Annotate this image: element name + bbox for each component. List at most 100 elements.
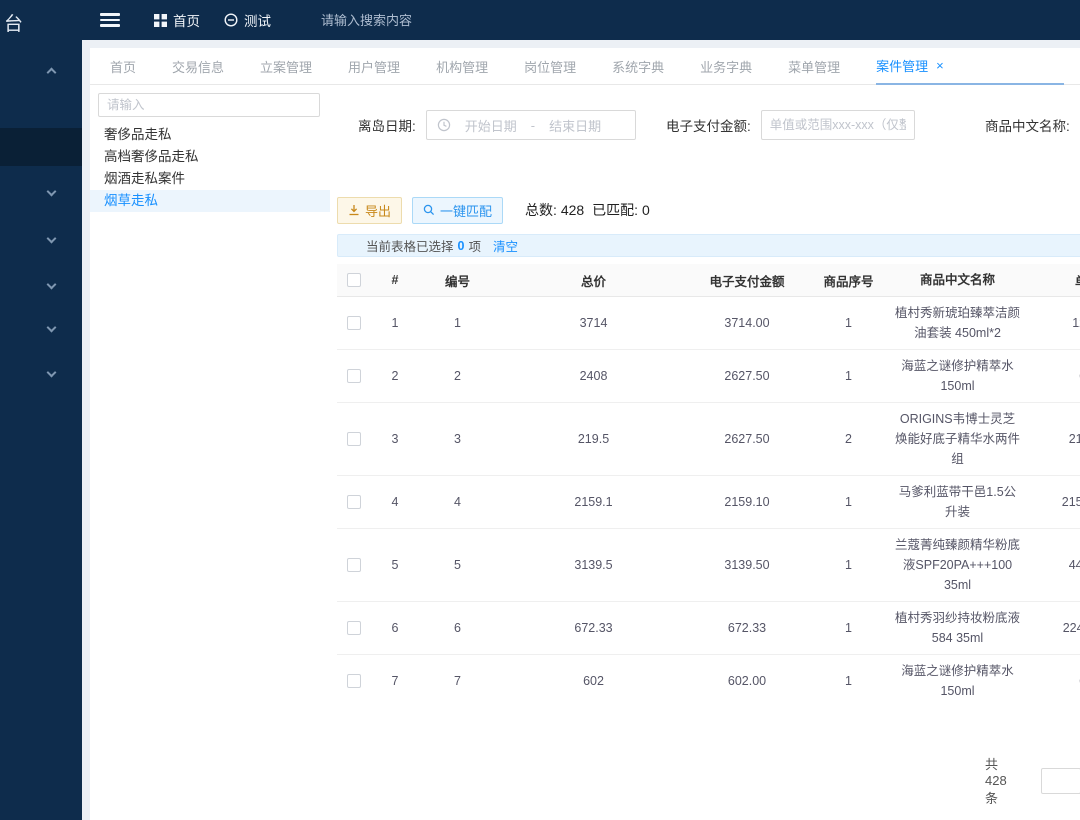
cell-index: 4 <box>370 495 420 509</box>
total-value: 428 <box>561 202 584 218</box>
case-category-高档奢侈品走私[interactable]: 高档奢侈品走私 <box>90 146 330 168</box>
column-header: 单价 <box>1020 271 1080 290</box>
clear-selection-link[interactable]: 清空 <box>493 236 518 255</box>
select-all-checkbox[interactable] <box>347 273 361 287</box>
tab-机构管理[interactable]: 机构管理 <box>436 48 488 85</box>
results-table: #编号总价电子支付金额商品序号商品中文名称单价 1 1 3714 3714.00… <box>337 264 1080 700</box>
tab-label: 案件管理 <box>876 56 928 75</box>
cell-code: 5 <box>420 558 495 572</box>
cell-epay-amount: 2627.50 <box>692 369 802 383</box>
cell-code: 6 <box>420 621 495 635</box>
tab-label: 首页 <box>110 57 136 76</box>
cell-index: 3 <box>370 432 420 446</box>
tabbar: 首页 交易信息立案管理用户管理 机构管理 岗位管理 系统字典 业务字典 菜单管理 案件管理 × <box>90 48 1080 85</box>
chevron-up-icon <box>46 67 56 77</box>
sidebar: 台 <box>0 0 82 820</box>
sidebar-item[interactable] <box>0 173 82 209</box>
chevron-down-icon <box>46 279 56 289</box>
selection-suffix: 项 <box>468 236 481 255</box>
sidebar-item[interactable] <box>0 266 82 302</box>
row-checkbox[interactable] <box>347 674 361 688</box>
column-header: 编号 <box>420 271 495 290</box>
cell-total-price: 2159.1 <box>495 495 692 509</box>
cell-code: 1 <box>420 316 495 330</box>
tab-用户管理[interactable]: 用户管理 <box>348 48 400 85</box>
date-range-input[interactable]: 开始日期 - 结束日期 <box>426 110 636 140</box>
row-checkbox[interactable] <box>347 316 361 330</box>
case-search-input[interactable] <box>98 93 320 117</box>
tab-label: 系统字典 <box>612 57 664 76</box>
filter-product-name: 商品中文名称: <box>985 110 1080 140</box>
search-icon <box>423 204 435 216</box>
case-category-烟草走私[interactable]: 烟草走私 <box>90 190 330 212</box>
sidebar-item[interactable] <box>0 354 82 390</box>
selection-count: 0 <box>458 239 465 253</box>
cell-product-name: 马爹利蓝带干邑1.5公升装 <box>895 476 1020 528</box>
table-row: 5 5 3139.5 3139.50 1 兰蔻菁纯臻颜精华粉底液SPF20PA+… <box>337 529 1080 602</box>
start-date-placeholder: 开始日期 <box>465 116 517 135</box>
table-row: 1 1 3714 3714.00 1 植村秀新琥珀臻萃洁颜油套装 450ml*2… <box>337 297 1080 350</box>
column-header: 商品中文名称 <box>895 264 1020 296</box>
global-search-input[interactable] <box>321 13 471 28</box>
grid-icon <box>154 14 167 27</box>
export-button-label: 导出 <box>365 201 391 220</box>
tab-label: 机构管理 <box>436 57 488 76</box>
export-button[interactable]: 导出 <box>337 197 402 224</box>
cell-unit-price: 1238 <box>1020 316 1080 330</box>
total-label: 总数: <box>525 202 557 218</box>
layout-gap <box>82 40 90 820</box>
pagination-control[interactable] <box>1041 768 1080 794</box>
cell-epay-amount: 3139.50 <box>692 558 802 572</box>
row-checkbox[interactable] <box>347 495 361 509</box>
sidebar-item[interactable] <box>0 52 82 92</box>
table-header-row: #编号总价电子支付金额商品序号商品中文名称单价 <box>337 264 1080 297</box>
one-click-match-button[interactable]: 一键匹配 <box>412 197 503 224</box>
sidebar-item[interactable] <box>0 309 82 345</box>
tab-系统字典[interactable]: 系统字典 <box>612 48 664 85</box>
filter-depart-date: 离岛日期: 开始日期 - 结束日期 <box>358 110 636 140</box>
tab-岗位管理[interactable]: 岗位管理 <box>524 48 576 85</box>
row-checkbox[interactable] <box>347 558 361 572</box>
cell-code: 2 <box>420 369 495 383</box>
tab-立案管理[interactable]: 立案管理 <box>260 48 312 85</box>
topnav-home[interactable]: 首页 <box>154 10 200 30</box>
cell-epay-amount: 3714.00 <box>692 316 802 330</box>
row-checkbox[interactable] <box>347 432 361 446</box>
cell-total-price: 672.33 <box>495 621 692 635</box>
row-checkbox[interactable] <box>347 369 361 383</box>
main-panel: 离岛日期: 开始日期 - 结束日期 电子支付金额: 商品中文名称: <box>330 86 1080 820</box>
menu-collapse-icon[interactable] <box>100 13 120 27</box>
topbar: 首页 测试 <box>0 0 1080 40</box>
case-category-烟酒走私案件[interactable]: 烟酒走私案件 <box>90 168 330 190</box>
tab-案件管理[interactable]: 案件管理 × <box>876 48 1064 85</box>
topnav-test[interactable]: 测试 <box>224 10 271 30</box>
tab-close-icon[interactable]: × <box>936 58 944 73</box>
cell-product-seq: 1 <box>802 316 895 330</box>
tab-业务字典[interactable]: 业务字典 <box>700 48 752 85</box>
cell-code: 3 <box>420 432 495 446</box>
epay-amount-input[interactable] <box>761 110 915 140</box>
clock-icon <box>437 118 451 132</box>
sidebar-item[interactable] <box>0 220 82 256</box>
cell-index: 2 <box>370 369 420 383</box>
cell-product-seq: 1 <box>802 369 895 383</box>
tab-首页[interactable]: 首页 <box>110 48 136 85</box>
cell-total-price: 219.5 <box>495 432 692 446</box>
tab-交易信息[interactable]: 交易信息 <box>172 48 224 85</box>
product-name-label: 商品中文名称: <box>985 115 1070 135</box>
download-icon <box>348 204 360 216</box>
cell-product-seq: 1 <box>802 674 895 688</box>
sidebar-item-active[interactable] <box>0 128 82 166</box>
pagination: 共 428 条 <box>985 754 1080 807</box>
depart-date-label: 离岛日期: <box>358 115 416 135</box>
row-checkbox[interactable] <box>347 621 361 635</box>
content-area: 首页交易信息立案管理用户管理机构管理岗位管理系统字典业务字典菜单管理案件管理× … <box>90 40 1080 820</box>
case-category-奢侈品走私[interactable]: 奢侈品走私 <box>90 124 330 146</box>
cell-unit-price: 602 <box>1020 674 1080 688</box>
cell-product-name: ORIGINS韦博士灵芝焕能好底子精华水两件组 <box>895 403 1020 475</box>
tab-label: 菜单管理 <box>788 57 840 76</box>
epay-amount-label: 电子支付金额: <box>666 115 751 135</box>
tab-菜单管理[interactable]: 菜单管理 <box>788 48 840 85</box>
table-row: 2 2 2408 2627.50 1 海蓝之谜修护精萃水 150ml 602 <box>337 350 1080 403</box>
cell-epay-amount: 672.33 <box>692 621 802 635</box>
